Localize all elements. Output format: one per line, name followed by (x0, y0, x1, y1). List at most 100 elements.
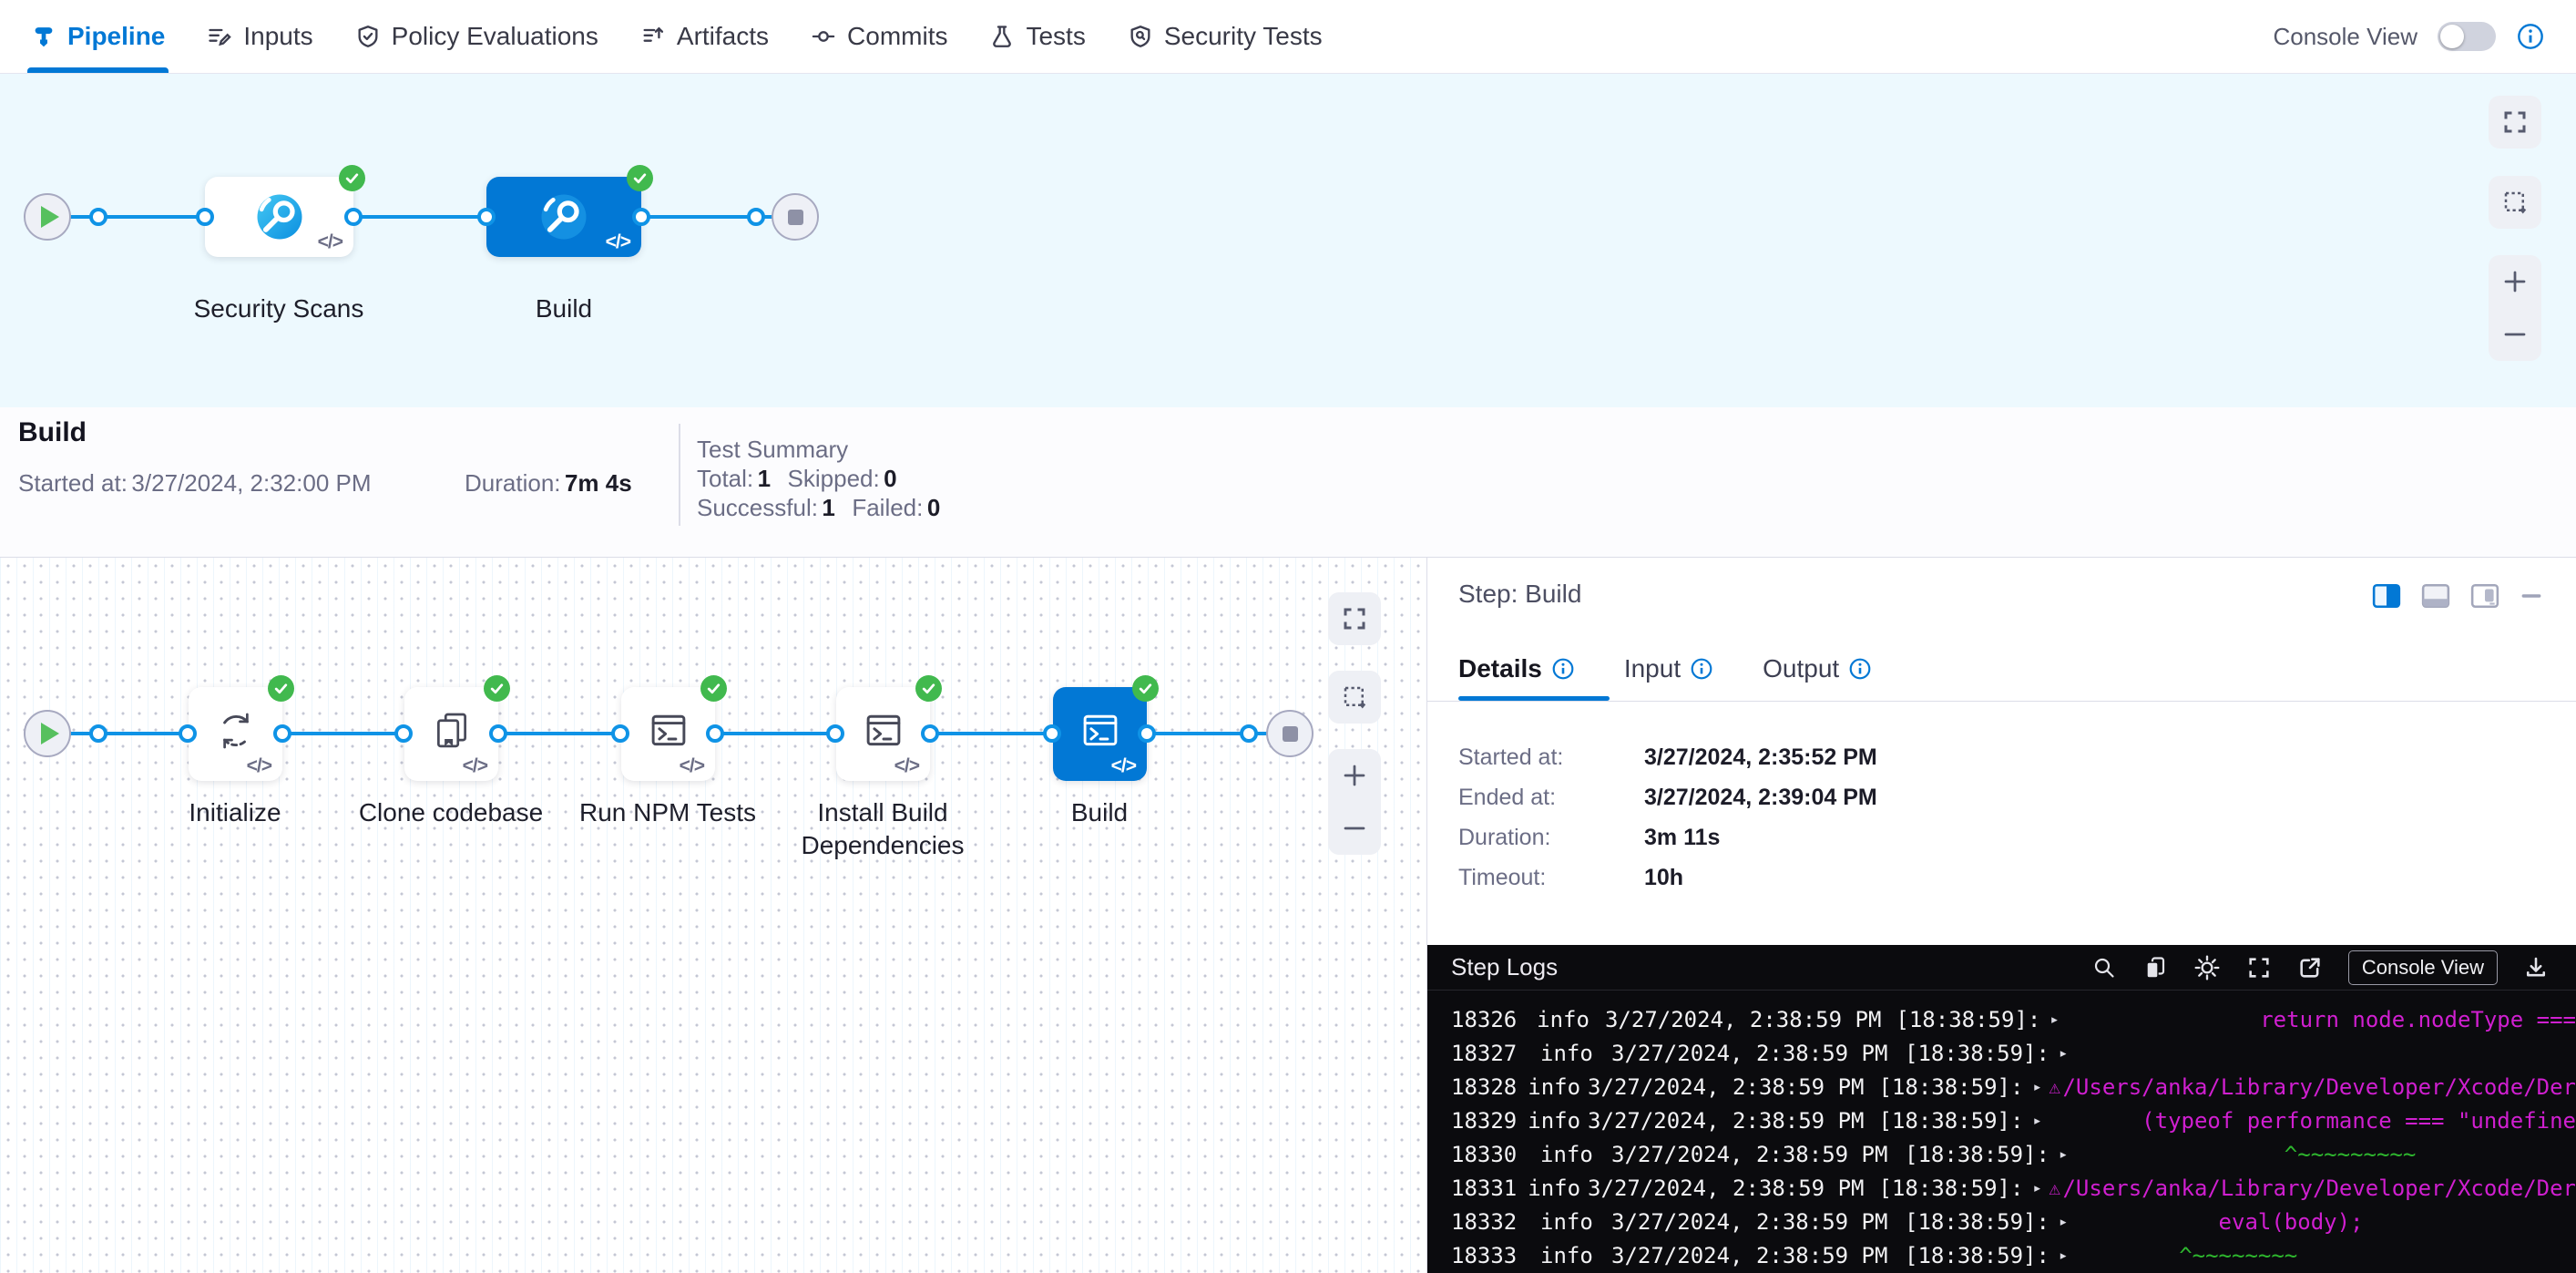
log-level: info (1540, 1037, 1604, 1071)
stage-node-build[interactable]: </> (486, 177, 641, 257)
connector-port[interactable] (179, 724, 197, 743)
connector-port[interactable] (489, 724, 507, 743)
expand-arrow-icon[interactable]: ▸ (2059, 1239, 2079, 1273)
minimize-panel-icon[interactable] (2520, 584, 2543, 608)
connector-port[interactable] (826, 724, 844, 743)
copy-icon[interactable] (2142, 955, 2168, 980)
pipeline-start-node[interactable] (24, 193, 71, 241)
expand-arrow-icon[interactable]: ▸ (2059, 1037, 2079, 1071)
connector-port[interactable] (394, 724, 413, 743)
detail-row: Duration: 3m 11s (1458, 825, 1720, 851)
connector-port[interactable] (477, 208, 496, 226)
layout-floating-panel-icon[interactable] (2470, 581, 2499, 611)
log-line-number: 18332 (1451, 1206, 1529, 1239)
fullscreen-icon[interactable] (2246, 955, 2272, 980)
search-icon[interactable] (2091, 955, 2117, 980)
tab-inputs[interactable]: Inputs (207, 0, 312, 73)
tab-output[interactable]: Output (1763, 654, 1872, 683)
pipeline-end-node[interactable] (772, 193, 819, 241)
step-node-build[interactable]: </> (1053, 687, 1147, 781)
expand-arrow-icon[interactable]: ▸ (2032, 1172, 2042, 1206)
zoom-in-button[interactable] (2489, 255, 2541, 308)
warning-icon: ⚠ (2047, 1071, 2063, 1104)
tab-policy-evaluations[interactable]: Policy Evaluations (355, 0, 598, 73)
stage-start-node[interactable] (24, 710, 71, 757)
connector-port[interactable] (273, 724, 291, 743)
log-output[interactable]: 18326info3/27/2024, 2:38:59 PM[18:38:59]… (1427, 991, 2576, 1273)
stage-label[interactable]: Security Scans (151, 293, 406, 325)
step-label[interactable]: Build (972, 796, 1227, 829)
expand-arrow-icon[interactable]: ▸ (2032, 1104, 2048, 1138)
connector-port[interactable] (89, 208, 107, 226)
marquee-select-button[interactable] (2489, 176, 2541, 229)
fit-to-screen-button[interactable] (1328, 592, 1381, 645)
marquee-select-button[interactable] (1328, 671, 1381, 724)
connector-port[interactable] (611, 724, 629, 743)
tab-details[interactable]: Details (1458, 654, 1575, 683)
connector-port[interactable] (632, 208, 650, 226)
info-icon[interactable] (1551, 657, 1575, 681)
step-label[interactable]: Run NPM Tests (540, 796, 795, 829)
console-view-label: Console View (2273, 23, 2418, 51)
tab-security-tests[interactable]: Security Tests (1128, 0, 1323, 73)
connector-port[interactable] (1138, 724, 1156, 743)
tab-pipeline[interactable]: Pipeline (31, 0, 165, 73)
connector-port[interactable] (1043, 724, 1061, 743)
log-line-number: 18331 (1451, 1172, 1517, 1206)
connector-port[interactable] (344, 208, 363, 226)
layout-right-split-icon[interactable] (2372, 581, 2401, 611)
tab-label: Artifacts (677, 22, 769, 51)
tab-tests[interactable]: Tests (989, 0, 1085, 73)
info-icon[interactable] (1848, 657, 1872, 681)
log-line-number: 18328 (1451, 1071, 1517, 1104)
zoom-out-button[interactable] (1328, 802, 1381, 855)
pipeline-canvas[interactable]: </> </> Security Scans Build (0, 74, 2576, 407)
step-node-install-build-dependencies[interactable]: </> (836, 687, 930, 781)
tab-input[interactable]: Input (1624, 654, 1713, 683)
zoom-in-button[interactable] (1328, 749, 1381, 802)
step-label[interactable]: Install Build Dependencies (773, 796, 992, 862)
layout-bottom-split-icon[interactable] (2421, 581, 2450, 611)
connector-port[interactable] (747, 208, 765, 226)
detail-label: Ended at: (1458, 785, 1644, 811)
fit-to-screen-button[interactable] (2489, 96, 2541, 149)
expand-arrow-icon[interactable]: ▸ (2050, 1003, 2069, 1037)
info-icon[interactable] (1690, 657, 1713, 681)
step-panel-title: Step: Build (1458, 580, 1581, 609)
connector-port[interactable] (1240, 724, 1258, 743)
console-view-button[interactable]: Console View (2348, 950, 2498, 985)
log-line: 18331info3/27/2024, 2:38:59 PM[18:38:59]… (1451, 1172, 2576, 1206)
tab-label: Policy Evaluations (392, 22, 598, 51)
open-in-new-icon[interactable] (2297, 955, 2323, 980)
stage-end-node[interactable] (1266, 710, 1314, 757)
connector-port[interactable] (196, 208, 214, 226)
step-node-clone-codebase[interactable]: </> (404, 687, 498, 781)
connector-port[interactable] (921, 724, 939, 743)
settings-gear-icon[interactable] (2193, 954, 2221, 981)
expand-arrow-icon[interactable]: ▸ (2059, 1138, 2079, 1172)
success-badge (627, 165, 653, 191)
expand-arrow-icon[interactable]: ▸ (2032, 1071, 2042, 1104)
code-icon: </> (680, 755, 704, 777)
stage-label[interactable]: Build (436, 293, 691, 325)
info-icon[interactable] (2516, 22, 2545, 51)
execution-graph-canvas[interactable]: </> </> </> (0, 558, 1426, 1273)
tab-artifacts[interactable]: Artifacts (640, 0, 769, 73)
connector-port[interactable] (89, 724, 107, 743)
console-view-toggle[interactable] (2438, 22, 2496, 51)
expand-arrow-icon[interactable]: ▸ (2059, 1206, 2079, 1239)
successful-value: 1 (822, 494, 834, 521)
zoom-out-button[interactable] (2489, 308, 2541, 361)
tab-commits[interactable]: Commits (811, 0, 947, 73)
stage-node-security-scans[interactable]: </> (205, 177, 353, 257)
step-details-panel: Step: Build Details Input (1426, 558, 2576, 1273)
step-node-initialize[interactable]: </> (189, 687, 282, 781)
log-level: info (1528, 1104, 1580, 1138)
download-icon[interactable] (2523, 955, 2549, 980)
log-level: info (1537, 1003, 1598, 1037)
commit-icon (811, 24, 836, 49)
step-panel-tabs: Details Input Output (1458, 654, 1872, 683)
connector-port[interactable] (706, 724, 724, 743)
step-node-run-npm-tests[interactable]: </> (621, 687, 715, 781)
log-message: /Users/anka/Library/Developer/Xcode/Der (2062, 1071, 2576, 1104)
